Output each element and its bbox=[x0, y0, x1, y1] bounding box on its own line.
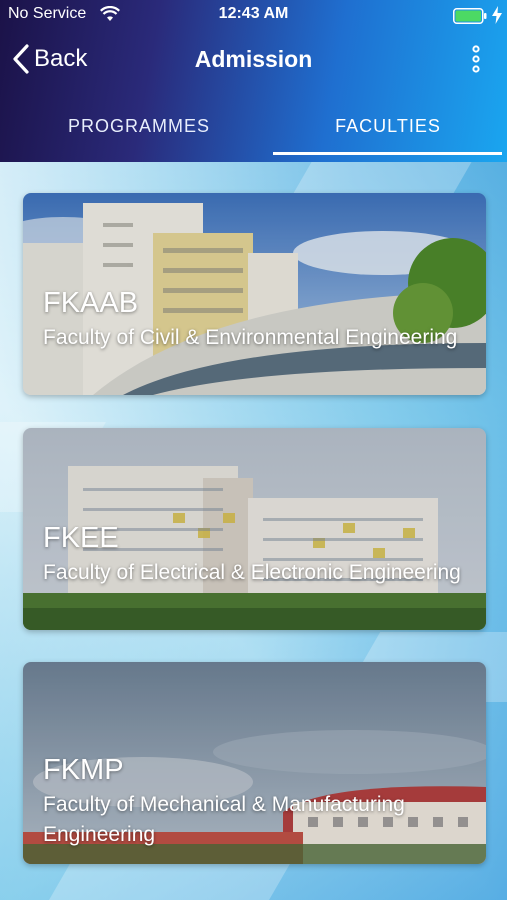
status-bar: No Service 12:43 AM bbox=[0, 0, 507, 32]
faculty-name: Faculty of Electrical & Electronic Engin… bbox=[43, 561, 461, 584]
charging-bolt-icon bbox=[492, 6, 502, 24]
faculty-card[interactable]: FKAAB Faculty of Civil & Environmental E… bbox=[23, 193, 486, 395]
faculty-card[interactable]: FKEE Faculty of Electrical & Electronic … bbox=[23, 428, 486, 630]
back-label: Back bbox=[34, 45, 88, 72]
back-button[interactable]: Back bbox=[12, 42, 87, 76]
faculty-name: Faculty of Mechanical & Manufacturing En… bbox=[43, 793, 405, 846]
clock: 12:43 AM bbox=[218, 5, 289, 22]
active-tab-indicator bbox=[273, 152, 502, 155]
faculty-name: Faculty of Civil & Environmental Enginee… bbox=[43, 326, 458, 349]
app-header: No Service 12:43 AM Back Admission PROGR… bbox=[0, 0, 507, 162]
tab-bar: PROGRAMMES FACULTIES bbox=[0, 98, 507, 162]
more-vertical-icon[interactable] bbox=[466, 44, 486, 74]
tab-faculties[interactable]: FACULTIES bbox=[274, 98, 502, 154]
battery-icon bbox=[453, 8, 487, 24]
chevron-left-icon bbox=[13, 44, 29, 74]
faculty-code: FKAAB bbox=[43, 287, 139, 319]
faculty-card[interactable]: FKMP Faculty of Mechanical & Manufacturi… bbox=[23, 662, 486, 864]
tab-programmes[interactable]: PROGRAMMES bbox=[0, 98, 278, 154]
background-decoration bbox=[49, 862, 291, 900]
nav-bar: Back Admission bbox=[0, 36, 507, 82]
faculty-code: FKEE bbox=[43, 522, 119, 554]
faculty-code: FKMP bbox=[43, 754, 124, 786]
